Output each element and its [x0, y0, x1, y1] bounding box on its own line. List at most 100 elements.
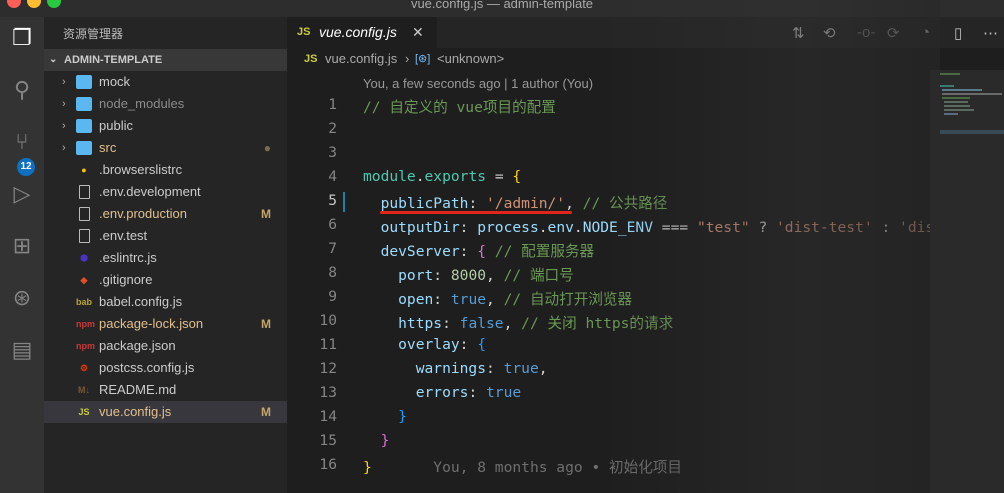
open-changes-icon[interactable]: ⇅ — [792, 24, 805, 42]
line-number: 7 — [328, 240, 337, 257]
explorer-icon[interactable]: ❐ — [6, 22, 38, 54]
more-actions-icon[interactable]: ⋯ — [983, 24, 998, 42]
tree-item[interactable]: ● .browserslistrc — [44, 159, 287, 181]
code-token: true — [486, 384, 522, 401]
git-graph-icon[interactable]: ⊛ — [6, 282, 38, 314]
code-token: publicPath — [363, 195, 469, 212]
code-token: overlay — [363, 336, 460, 353]
tab-bar: JS vue.config.js ✕ ⇅ ⟲ -o- ⟳ ◔ ▯ ⋯ — [287, 17, 1004, 48]
tree-item[interactable]: bab babel.config.js — [44, 291, 287, 313]
line-number: 2 — [328, 120, 337, 137]
breadcrumb-file[interactable]: vue.config.js — [325, 48, 397, 70]
code-token: : — [459, 219, 478, 236]
folder-icon — [76, 141, 92, 155]
tree-item[interactable]: ⚙ postcss.config.js — [44, 357, 287, 379]
tree-item-label: .env.production — [99, 206, 187, 221]
tab-vue-config[interactable]: JS vue.config.js ✕ — [287, 17, 437, 48]
js-icon: JS — [78, 407, 90, 417]
code-token: === — [653, 219, 697, 236]
line-number: 5 — [328, 192, 337, 209]
commit-icon[interactable]: -o- — [857, 24, 875, 41]
code-line: } You, 8 months ago • 初始化项目 — [363, 456, 682, 477]
code-token: : — [433, 291, 451, 308]
search-icon[interactable]: ⚲ — [6, 74, 38, 106]
chevron-down-icon: ⌄ — [49, 54, 58, 65]
code-token: : — [872, 219, 900, 236]
source-control-icon[interactable]: ⑂ — [6, 126, 38, 158]
tree-item[interactable]: .env.test — [44, 225, 287, 247]
line-number: 15 — [319, 432, 337, 449]
js-file-icon: JS — [297, 26, 311, 38]
git-lens-icon[interactable]: ◔ — [921, 24, 930, 41]
scm-badge: 12 — [17, 158, 35, 176]
tree-item[interactable]: › mock — [44, 71, 287, 93]
git-status: M — [261, 405, 271, 419]
code-token: , — [486, 291, 504, 308]
debug-icon[interactable]: ▷ — [6, 178, 38, 210]
git-status: M — [261, 207, 271, 221]
split-editor-icon[interactable]: ▯ — [954, 24, 962, 42]
line-number: 8 — [328, 264, 337, 281]
file-icon — [79, 185, 90, 199]
activity-bar: ❐ ⚲ ⑂ 12 ▷ ⊞ ⊛ ▤ — [0, 17, 44, 493]
code-token: = — [486, 168, 513, 185]
tree-item[interactable]: npm package-lock.json M — [44, 313, 287, 335]
workspace-section-header[interactable]: ⌄ ADMIN-TEMPLATE — [44, 49, 287, 71]
npm-icon: npm — [76, 319, 95, 329]
tree-item[interactable]: npm package.json — [44, 335, 287, 357]
close-tab-icon[interactable]: ✕ — [412, 17, 424, 48]
npm-icon: npm — [76, 341, 95, 351]
tree-item[interactable]: JS vue.config.js M — [44, 401, 287, 423]
window-title: vue.config.js — admin-template — [410, 0, 594, 11]
tree-item-label: .env.test — [99, 228, 148, 243]
code-token: { — [512, 168, 522, 185]
tree-item[interactable]: › src ● — [44, 137, 287, 159]
tree-item-label: src — [99, 140, 117, 155]
minimap[interactable] — [930, 70, 1004, 493]
code-token: process — [477, 219, 539, 236]
tab-label: vue.config.js — [319, 24, 397, 40]
tree-item[interactable]: .env.production M — [44, 203, 287, 225]
folder-icon — [76, 97, 92, 111]
tree-item[interactable]: ◆ .gitignore — [44, 269, 287, 291]
previous-revision-icon[interactable]: ⟲ — [823, 24, 836, 42]
breadcrumb-symbol[interactable]: <unknown> — [437, 48, 504, 70]
tree-item-label: README.md — [99, 382, 177, 397]
code-line: overlay: { — [363, 336, 486, 353]
code-token: '/admin/' — [486, 195, 566, 212]
tree-item-label: postcss.config.js — [99, 360, 195, 375]
line-number: 9 — [328, 288, 337, 305]
code-token: // 配置服务器 — [494, 243, 595, 260]
explorer-sidebar: 资源管理器 ⌄ ADMIN-TEMPLATE › mock › node_modules… — [44, 17, 287, 493]
line-number: 1 — [328, 96, 337, 113]
line-number: 16 — [319, 456, 337, 473]
code-token: exports — [424, 168, 487, 185]
line-number: 4 — [328, 168, 337, 185]
tree-item-label: babel.config.js — [99, 294, 183, 309]
code-token: module — [363, 168, 416, 185]
git-icon: ◆ — [80, 275, 88, 285]
babel-icon: bab — [76, 297, 93, 307]
code-token: // 端口号 — [503, 267, 574, 284]
tree-item[interactable]: ⬢ .eslintrc.js — [44, 247, 287, 269]
code-token: "test" — [696, 219, 750, 236]
code-line: port: 8000, // 端口号 — [363, 264, 574, 285]
tree-item[interactable]: › public — [44, 115, 287, 137]
next-revision-icon[interactable]: ⟳ — [887, 24, 900, 42]
code-token: : — [486, 360, 504, 377]
code-token: . — [573, 219, 583, 236]
code-token: : — [442, 315, 460, 332]
code-token: , — [538, 360, 548, 377]
line-number: 3 — [328, 144, 337, 161]
preview-icon[interactable]: ▤ — [6, 334, 38, 366]
code-editor[interactable]: You, a few seconds ago | 1 author (You) … — [287, 70, 1004, 493]
code-line: // 自定义的 vue项目的配置 — [363, 96, 556, 117]
extensions-icon[interactable]: ⊞ — [6, 230, 38, 262]
code-token: open — [363, 291, 434, 308]
tree-item[interactable]: M↓ README.md — [44, 379, 287, 401]
code-token: port — [363, 267, 434, 284]
code-line: module.exports = { — [363, 168, 521, 185]
tree-item[interactable]: .env.development — [44, 181, 287, 203]
codelens-authors[interactable]: You, a few seconds ago | 1 author (You) — [363, 76, 593, 91]
tree-item[interactable]: › node_modules — [44, 93, 287, 115]
